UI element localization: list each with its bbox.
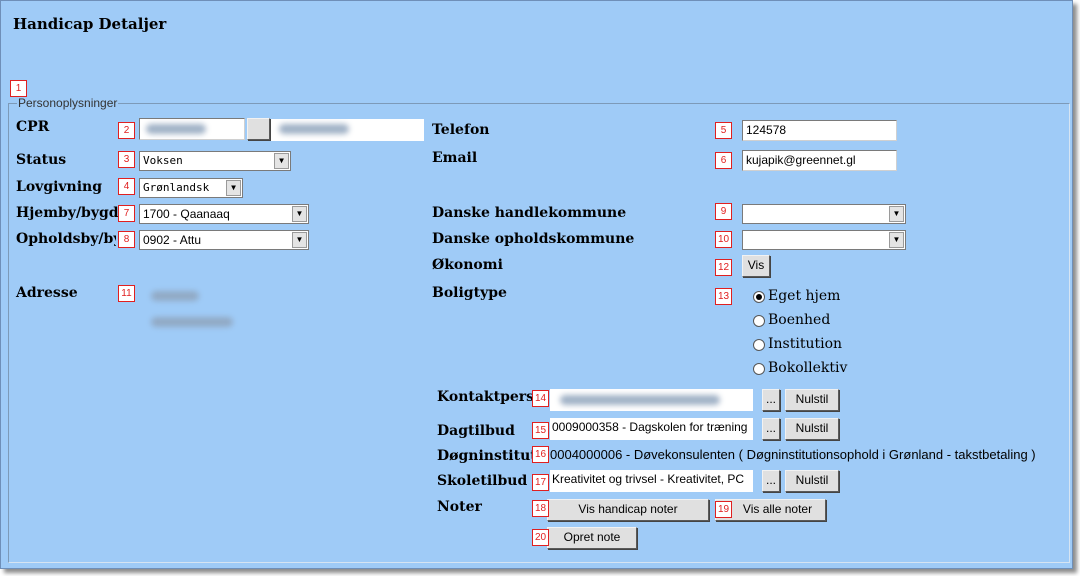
adresse-label: Adresse: [16, 285, 78, 301]
marker-2: 2: [118, 122, 135, 139]
hjemby-label: Hjemby/bygde: [16, 205, 128, 221]
marker-18: 18: [532, 500, 549, 517]
marker-4: 4: [118, 178, 135, 195]
kontaktperson-label: Kontaktperson: [437, 389, 533, 405]
fieldset-legend: Personoplysninger: [17, 96, 119, 110]
status-label: Status: [16, 152, 67, 168]
skoletilbud-nulstil-button[interactable]: Nulstil: [785, 470, 839, 492]
chevron-down-icon: ▼: [292, 206, 307, 222]
radio-button-icon: [753, 291, 765, 303]
radio-button-icon: [753, 363, 765, 375]
kontaktperson-field: [550, 389, 753, 411]
marker-12: 12: [715, 259, 732, 276]
opret-note-button[interactable]: Opret note: [547, 527, 637, 549]
telefon-label: Telefon: [432, 122, 490, 138]
marker-9: 9: [715, 203, 732, 220]
page-title: Handicap Detaljer: [13, 15, 167, 33]
radio-label-boenhed: Boenhed: [768, 312, 831, 328]
chevron-down-icon: ▼: [889, 232, 904, 248]
dagtilbud-label: Dagtilbud: [437, 423, 515, 439]
cpr-lookup-button[interactable]: [247, 118, 270, 140]
status-select[interactable]: Voksen ▼: [139, 151, 291, 171]
kontaktperson-browse-button[interactable]: ...: [762, 389, 780, 411]
marker-1: 1: [10, 80, 27, 97]
address-line-1-redacted: [151, 291, 199, 301]
opholdsby-label: Opholdsby/bygde: [16, 231, 116, 247]
lovgivning-label: Lovgivning: [16, 179, 103, 195]
cpr-redacted: [146, 124, 206, 134]
dogninstitution-label: Døgninstitution: [437, 448, 533, 464]
lovgivning-select[interactable]: Grønlandsk ▼: [139, 178, 243, 198]
marker-17: 17: [532, 474, 549, 491]
radio-label-bokollektiv: Bokollektiv: [768, 360, 848, 376]
chevron-down-icon: ▼: [226, 180, 241, 196]
noter-label: Noter: [437, 499, 482, 515]
marker-15: 15: [532, 422, 549, 439]
kontaktperson-nulstil-button[interactable]: Nulstil: [785, 389, 839, 411]
dagtilbud-browse-button[interactable]: ...: [762, 418, 780, 440]
marker-19: 19: [715, 501, 732, 518]
kontaktperson-redacted: [560, 395, 720, 405]
skoletilbud-label: Skoletilbud: [437, 473, 528, 489]
chevron-down-icon: ▼: [292, 232, 307, 248]
address-line-2-redacted: [151, 317, 233, 327]
radio-button-icon: [753, 315, 765, 327]
cpr-name-field: [271, 119, 424, 141]
marker-20: 20: [532, 529, 549, 546]
opholdsby-value: 0902 - Attu: [143, 233, 202, 247]
opholdskommune-select[interactable]: ▼: [742, 230, 906, 250]
marker-3: 3: [118, 151, 135, 168]
marker-5: 5: [715, 122, 732, 139]
cpr-name-redacted: [279, 124, 349, 134]
marker-6: 6: [715, 152, 732, 169]
personal-info-fieldset: [8, 103, 1070, 563]
cpr-label: CPR: [16, 119, 50, 135]
dogninstitution-value: 0004000006 - Døvekonsulenten ( Døgninsti…: [550, 447, 1036, 462]
opholdskommune-label: Danske opholdskommune: [432, 231, 635, 247]
chevron-down-icon: ▼: [889, 206, 904, 222]
radio-label-eget-hjem: Eget hjem: [768, 288, 841, 304]
radio-label-institution: Institution: [768, 336, 843, 352]
handicap-details-window: Handicap Detaljer Personoplysninger 1 CP…: [0, 0, 1073, 569]
marker-14: 14: [532, 390, 549, 407]
cpr-input[interactable]: [139, 118, 245, 140]
chevron-down-icon: ▼: [274, 153, 289, 169]
marker-13: 13: [715, 288, 732, 305]
handlekommune-label: Danske handlekommune: [432, 205, 627, 221]
marker-10: 10: [715, 231, 732, 248]
boligtype-radio-group: Eget hjem Boenhed Institution Bokollekti…: [753, 288, 873, 381]
dagtilbud-nulstil-button[interactable]: Nulstil: [785, 418, 839, 440]
marker-8: 8: [118, 231, 135, 248]
status-value: Voksen: [143, 154, 183, 167]
marker-16: 16: [532, 446, 549, 463]
okonomi-label: Økonomi: [432, 257, 503, 273]
marker-11: 11: [118, 285, 135, 302]
lovgivning-value: Grønlandsk: [143, 181, 210, 194]
hjemby-value: 1700 - Qaanaaq: [143, 207, 230, 221]
boligtype-label: Boligtype: [432, 285, 507, 301]
marker-7: 7: [118, 205, 135, 222]
handlekommune-select[interactable]: ▼: [742, 204, 906, 224]
skoletilbud-browse-button[interactable]: ...: [762, 470, 780, 492]
okonomi-vis-button[interactable]: Vis: [742, 255, 770, 277]
skoletilbud-field: Kreativitet og trivsel - Kreativitet, PC: [550, 470, 753, 492]
opholdsby-select[interactable]: 0902 - Attu ▼: [139, 230, 309, 250]
vis-handicap-noter-button[interactable]: Vis handicap noter: [547, 499, 709, 521]
radio-button-icon: [753, 339, 765, 351]
telefon-input[interactable]: 124578: [742, 120, 897, 141]
email-input[interactable]: kujapik@greennet.gl: [742, 150, 897, 171]
hjemby-select[interactable]: 1700 - Qaanaaq ▼: [139, 204, 309, 224]
email-label: Email: [432, 150, 478, 166]
dagtilbud-field: 0009000358 - Dagskolen for træning: [550, 418, 753, 440]
